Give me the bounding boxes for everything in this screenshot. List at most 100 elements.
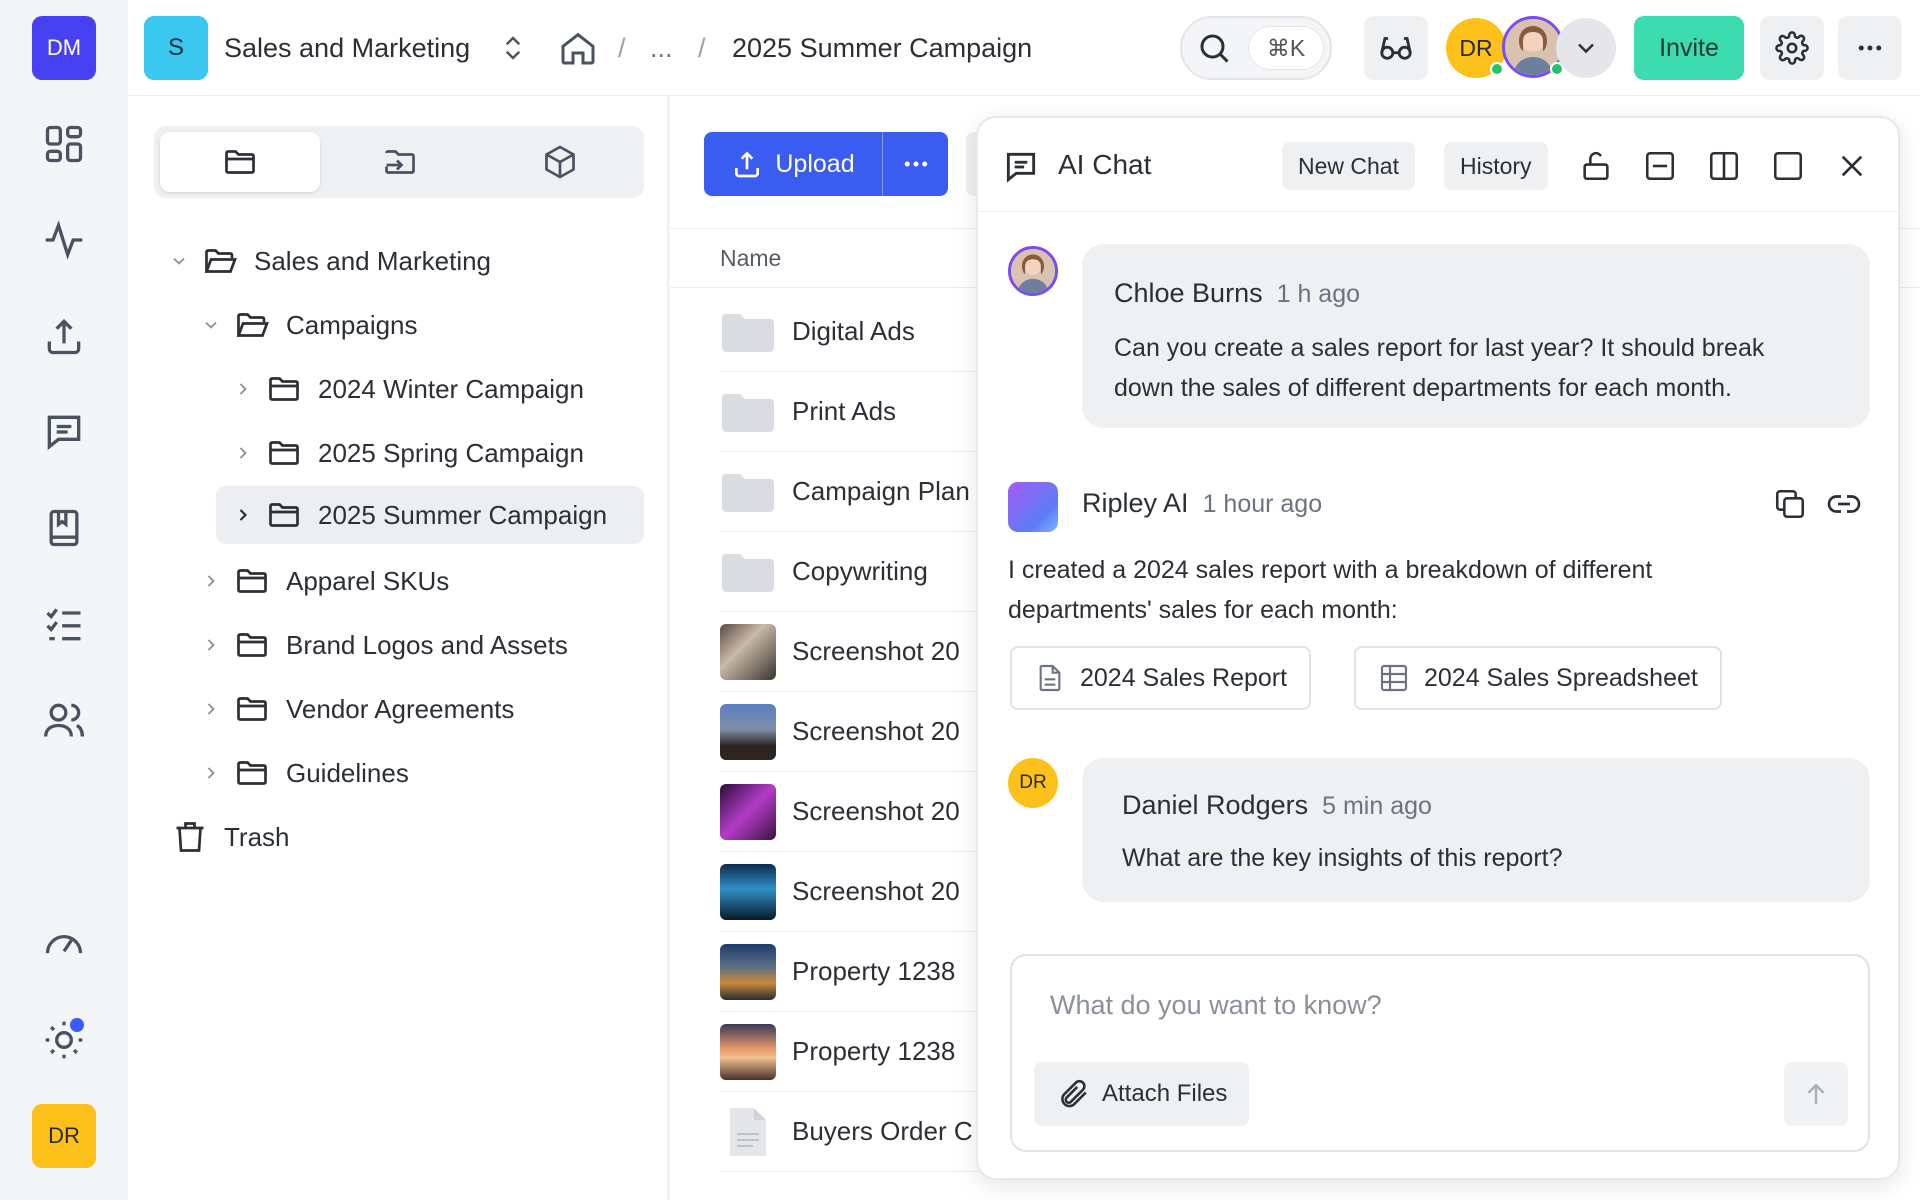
- chevron-right-icon[interactable]: [198, 635, 224, 655]
- gear-icon[interactable]: [1760, 16, 1824, 80]
- attachment-sales-spreadsheet[interactable]: 2024 Sales Spreadsheet: [1354, 646, 1722, 710]
- message-author: Daniel Rodgers: [1122, 790, 1309, 820]
- upload-icon[interactable]: [38, 310, 90, 362]
- tree-node-guidelines[interactable]: Guidelines: [198, 744, 409, 802]
- tree-node-spring-2025[interactable]: 2025 Spring Campaign: [230, 424, 584, 482]
- folder-icon: [720, 384, 776, 440]
- shortcut-badge: ⌘K: [1248, 26, 1324, 70]
- gauge-icon[interactable]: [38, 918, 90, 970]
- breadcrumb-separator: /: [698, 33, 706, 63]
- breadcrumb-separator: /: [618, 33, 626, 63]
- upload-options-button[interactable]: [882, 132, 948, 196]
- history-button[interactable]: History: [1444, 142, 1548, 190]
- chevron-down-icon[interactable]: [198, 315, 224, 335]
- chevron-right-icon[interactable]: [198, 763, 224, 783]
- sun-icon[interactable]: [38, 1014, 90, 1066]
- chevron-updown-icon[interactable]: [498, 30, 528, 66]
- attachment-label: 2024 Sales Spreadsheet: [1424, 663, 1698, 692]
- tree-node-trash[interactable]: Trash: [172, 808, 290, 866]
- tree-node-winter-2024[interactable]: 2024 Winter Campaign: [230, 360, 584, 418]
- attachment-sales-report[interactable]: 2024 Sales Report: [1010, 646, 1312, 710]
- message-author: Ripley AI: [1082, 488, 1189, 518]
- more-options-icon[interactable]: [1838, 16, 1902, 80]
- tree-node-campaigns[interactable]: Campaigns: [198, 296, 418, 354]
- folder-icon: [234, 691, 270, 727]
- image-thumbnail: [720, 1023, 776, 1080]
- attach-files-button[interactable]: Attach Files: [1034, 1062, 1250, 1126]
- book-icon[interactable]: [38, 502, 90, 554]
- workspace-badge[interactable]: S: [144, 16, 208, 80]
- file-name: Property 1238: [792, 956, 956, 986]
- copy-icon[interactable]: [1768, 482, 1812, 526]
- message-time: 5 min ago: [1322, 792, 1432, 820]
- checklist-icon[interactable]: [38, 598, 90, 650]
- tree-node-summer-2025[interactable]: 2025 Summer Campaign: [216, 486, 644, 544]
- link-icon[interactable]: [1822, 482, 1866, 526]
- workspace-name[interactable]: Sales and Marketing: [224, 33, 470, 64]
- tree-node-apparel-skus[interactable]: Apparel SKUs: [198, 552, 449, 610]
- chat-composer: What do you want to know? Attach Files: [1010, 954, 1870, 1152]
- send-button[interactable]: [1784, 1062, 1848, 1126]
- tree-node-label: Brand Logos and Assets: [286, 629, 568, 660]
- message-bubble: Daniel Rodgers 5 min ago What are the ke…: [1082, 758, 1870, 902]
- image-thumbnail: [720, 623, 776, 680]
- ripley-ai-logo: [1008, 482, 1058, 532]
- file-name: Campaign Plan: [792, 476, 970, 506]
- chat-input[interactable]: What do you want to know?: [1050, 990, 1382, 1021]
- new-chat-button[interactable]: New Chat: [1282, 142, 1415, 190]
- arrow-up-icon: [1807, 1083, 1825, 1104]
- activity-icon[interactable]: [38, 214, 90, 266]
- tree-node-label: Vendor Agreements: [286, 693, 515, 724]
- file-name: Copywriting: [792, 556, 928, 586]
- glasses-icon[interactable]: [1364, 16, 1428, 80]
- chevron-right-icon[interactable]: [230, 505, 256, 525]
- trash-icon: [172, 819, 208, 855]
- folder-icon: [720, 464, 776, 520]
- chevron-right-icon[interactable]: [198, 699, 224, 719]
- search-button[interactable]: ⌘K: [1180, 16, 1332, 80]
- dashboard-icon[interactable]: [38, 118, 90, 170]
- folder-icon: [225, 150, 255, 174]
- maximize-icon[interactable]: [1766, 144, 1810, 188]
- table-icon: [1380, 664, 1408, 692]
- avatar: [1008, 246, 1058, 296]
- file-name: Screenshot 20: [792, 716, 960, 746]
- tree-node-root[interactable]: Sales and Marketing: [166, 232, 491, 290]
- message-line: Can you create a sales report for last y…: [1114, 334, 1765, 362]
- tree-node-label: Sales and Marketing: [254, 245, 492, 276]
- folder-icon: [266, 371, 302, 407]
- user-avatar[interactable]: DR: [32, 1104, 96, 1168]
- chevron-right-icon[interactable]: [230, 379, 256, 399]
- document-icon: [1039, 664, 1061, 692]
- folder-import-icon: [385, 150, 415, 174]
- tab-folders[interactable]: [160, 132, 320, 192]
- home-icon[interactable]: [558, 28, 598, 68]
- message-time: 1 h ago: [1276, 280, 1361, 308]
- comments-icon[interactable]: [38, 406, 90, 458]
- unlock-icon[interactable]: [1574, 144, 1618, 188]
- tab-shared[interactable]: [320, 132, 480, 192]
- upload-icon: [735, 151, 760, 178]
- tree-node-brand-logos[interactable]: Brand Logos and Assets: [198, 616, 568, 674]
- column-name-header[interactable]: Name: [720, 245, 781, 272]
- chevron-down-icon[interactable]: [1556, 18, 1616, 78]
- invite-button[interactable]: Invite: [1634, 16, 1744, 80]
- close-icon[interactable]: [1830, 144, 1874, 188]
- tree-node-vendor-agreements[interactable]: Vendor Agreements: [198, 680, 514, 738]
- chat-header: AI Chat New Chat History: [978, 118, 1898, 212]
- minimize-icon[interactable]: [1638, 144, 1682, 188]
- chevron-right-icon[interactable]: [230, 443, 256, 463]
- message-header: Ripley AI 1 hour ago: [1082, 488, 1322, 519]
- chevron-down-icon[interactable]: [166, 251, 192, 271]
- users-icon[interactable]: [38, 694, 90, 746]
- upload-button[interactable]: Upload: [704, 132, 882, 196]
- split-view-icon[interactable]: [1702, 144, 1746, 188]
- message-line: I created a 2024 sales report with a bre…: [1008, 556, 1653, 584]
- chat-icon: [1002, 148, 1040, 186]
- attach-files-label: Attach Files: [1102, 1080, 1228, 1107]
- tab-assets[interactable]: [480, 132, 640, 192]
- breadcrumb-ellipsis[interactable]: ...: [650, 33, 673, 64]
- image-thumbnail: [720, 863, 776, 920]
- workspace-switcher[interactable]: DM: [32, 16, 96, 80]
- chevron-right-icon[interactable]: [198, 571, 224, 591]
